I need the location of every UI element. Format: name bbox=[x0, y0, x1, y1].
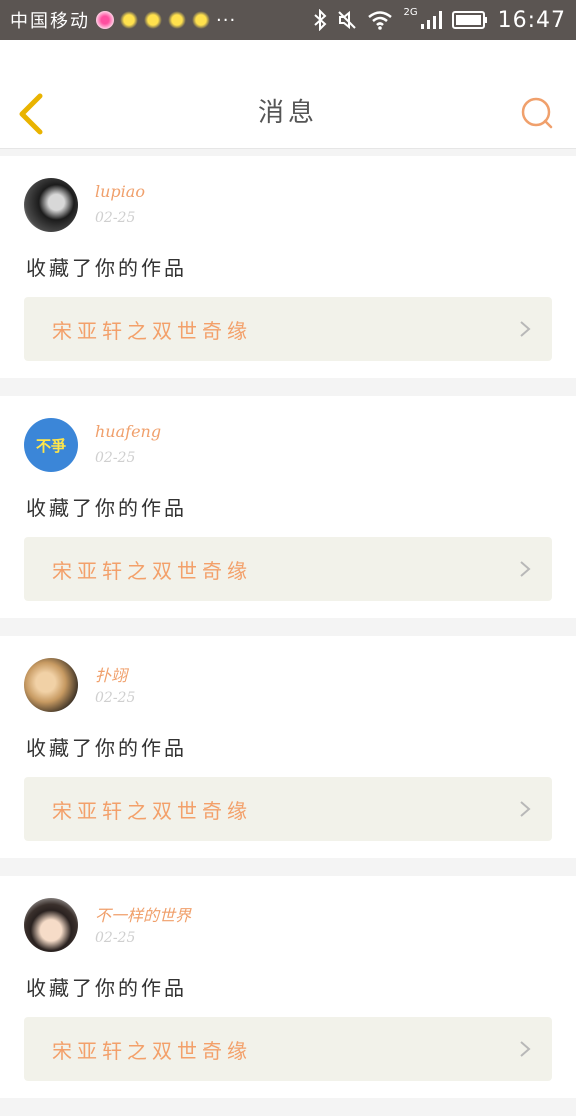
page-title: 消息 bbox=[257, 98, 318, 128]
username[interactable]: lupiao bbox=[95, 182, 145, 201]
username[interactable]: 不一样的世界 bbox=[95, 902, 191, 926]
status-bar-left: 中国移动 ··· bbox=[10, 7, 236, 33]
message-date: 02-25 bbox=[95, 690, 136, 706]
message-date: 02-25 bbox=[95, 930, 136, 946]
search-icon[interactable] bbox=[520, 96, 554, 130]
status-bar: 中国移动 ··· 2G 16:47 bbox=[0, 0, 576, 40]
username[interactable]: 扑翊 bbox=[95, 662, 127, 686]
chevron-right-icon bbox=[520, 321, 531, 337]
message-action: 收藏了你的作品 bbox=[26, 496, 187, 520]
message-action: 收藏了你的作品 bbox=[26, 976, 187, 1000]
battery-icon bbox=[451, 11, 487, 29]
avatar[interactable] bbox=[24, 178, 78, 232]
chevron-right-icon bbox=[520, 801, 531, 817]
app-header: 消息 bbox=[0, 40, 576, 149]
clock: 16:47 bbox=[497, 7, 566, 33]
work-link[interactable]: 宋亚轩之双世奇缘 bbox=[24, 297, 552, 361]
username[interactable]: huafeng bbox=[95, 422, 161, 441]
avatar[interactable] bbox=[24, 658, 78, 712]
work-title: 宋亚轩之双世奇缘 bbox=[52, 319, 252, 343]
bluetooth-icon bbox=[314, 9, 327, 31]
work-title: 宋亚轩之双世奇缘 bbox=[52, 559, 252, 583]
message-card: 不一样的世界 02-25 收藏了你的作品 宋亚轩之双世奇缘 bbox=[0, 876, 576, 1098]
status-bar-right: 2G 16:47 bbox=[313, 6, 566, 33]
mute-icon bbox=[338, 10, 357, 30]
message-action: 收藏了你的作品 bbox=[26, 736, 187, 760]
candy-notification-icon bbox=[96, 11, 114, 29]
bulb-notification-icon bbox=[192, 11, 210, 29]
carrier-name: 中国移动 bbox=[10, 11, 90, 32]
avatar[interactable]: 不爭 bbox=[24, 418, 78, 472]
message-card: 扑翊 02-25 收藏了你的作品 宋亚轩之双世奇缘 bbox=[0, 636, 576, 858]
avatar-text: 不爭 bbox=[35, 436, 66, 455]
message-date: 02-25 bbox=[95, 450, 136, 466]
bulb-notification-icon bbox=[120, 11, 138, 29]
chevron-right-icon bbox=[520, 561, 531, 577]
work-title: 宋亚轩之双世奇缘 bbox=[52, 1039, 252, 1063]
message-action: 收藏了你的作品 bbox=[26, 256, 187, 280]
work-title: 宋亚轩之双世奇缘 bbox=[52, 799, 252, 823]
signal-icon bbox=[420, 11, 442, 29]
message-list: lupiao 02-25 收藏了你的作品 宋亚轩之双世奇缘 不爭 huafeng… bbox=[0, 156, 576, 1116]
chevron-right-icon bbox=[520, 1041, 531, 1057]
message-card: lupiao 02-25 收藏了你的作品 宋亚轩之双世奇缘 bbox=[0, 156, 576, 378]
work-link[interactable]: 宋亚轩之双世奇缘 bbox=[24, 537, 552, 601]
network-type: 2G bbox=[403, 6, 418, 18]
work-link[interactable]: 宋亚轩之双世奇缘 bbox=[24, 1017, 552, 1081]
avatar[interactable] bbox=[24, 898, 78, 952]
work-link[interactable]: 宋亚轩之双世奇缘 bbox=[24, 777, 552, 841]
wifi-icon bbox=[368, 11, 393, 30]
message-card: 不爭 huafeng 02-25 收藏了你的作品 宋亚轩之双世奇缘 bbox=[0, 396, 576, 618]
bulb-notification-icon bbox=[168, 11, 186, 29]
more-notifications-icon: ··· bbox=[216, 9, 237, 31]
message-date: 02-25 bbox=[95, 210, 136, 226]
bulb-notification-icon bbox=[144, 11, 162, 29]
